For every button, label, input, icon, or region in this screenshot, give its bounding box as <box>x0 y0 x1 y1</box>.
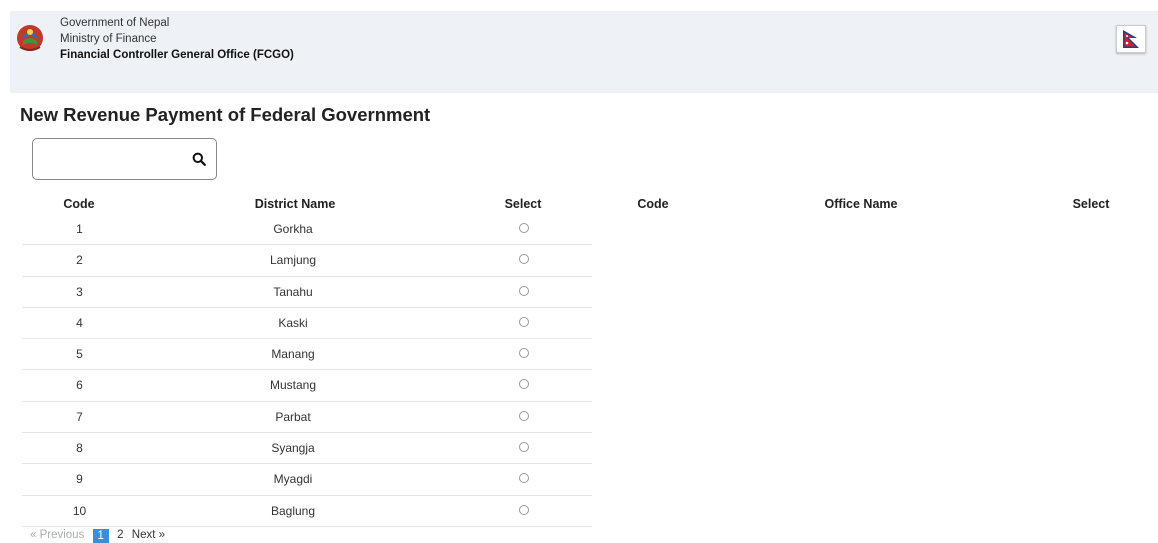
district-table-body: 1 Gorkha 2 Lamjung 3 Tanahu 4 Kaski 5 Ma… <box>22 214 592 527</box>
search-box[interactable] <box>32 138 217 180</box>
district-select-header: Select <box>504 197 542 211</box>
district-name: Mustang <box>269 378 317 393</box>
search-input[interactable] <box>39 147 183 173</box>
table-row[interactable]: 4 Kaski <box>22 308 592 340</box>
header-line-ministry: Ministry of Finance <box>60 33 157 45</box>
district-name: Manang <box>271 347 315 362</box>
district-select-radio[interactable] <box>519 316 529 327</box>
page-title: New Revenue Payment of Federal Governmen… <box>20 104 431 125</box>
district-code: 9 <box>76 472 83 487</box>
district-name: Myagdi <box>273 472 313 487</box>
header-text: Government of Nepal Ministry of Finance … <box>60 15 294 63</box>
district-select-radio[interactable] <box>519 442 529 453</box>
district-select-radio[interactable] <box>519 504 529 515</box>
district-code: 2 <box>76 253 83 268</box>
district-name: Baglung <box>270 503 316 518</box>
site-header: Government of Nepal Ministry of Finance … <box>10 11 1158 93</box>
table-row[interactable]: 7 Parbat <box>22 402 592 434</box>
nepal-flag-icon <box>1123 30 1139 48</box>
table-row[interactable]: 2 Lamjung <box>22 245 592 277</box>
table-row[interactable]: 3 Tanahu <box>22 277 592 308</box>
district-name-header: District Name <box>254 197 336 211</box>
government-emblem-icon <box>17 25 43 51</box>
district-code: 3 <box>76 284 83 299</box>
district-name: Kaski <box>278 315 308 330</box>
district-code: 1 <box>76 222 83 236</box>
search-icon[interactable] <box>192 152 206 166</box>
district-name: Syangja <box>271 441 315 456</box>
pagination-previous-button[interactable]: « Previous <box>30 529 84 541</box>
district-select-radio[interactable] <box>519 285 529 296</box>
district-name: Parbat <box>275 409 311 424</box>
table-row[interactable]: 8 Syangja <box>22 433 592 465</box>
district-select-radio[interactable] <box>519 254 529 265</box>
table-row[interactable]: 1 Gorkha <box>22 214 592 246</box>
pagination-next-button[interactable]: Next » <box>132 529 165 541</box>
district-code: 10 <box>72 503 87 518</box>
table-row[interactable]: 9 Myagdi <box>22 464 592 496</box>
office-code-header: Code <box>637 197 669 211</box>
office-name-header: Office Name <box>824 197 898 211</box>
office-select-header: Select <box>1072 197 1110 211</box>
header-line-government: Government of Nepal <box>60 17 170 29</box>
district-code: 5 <box>76 347 83 362</box>
language-toggle-button[interactable] <box>1116 25 1146 53</box>
district-select-radio[interactable] <box>519 223 529 233</box>
header-line-office: Financial Controller General Office (FCG… <box>60 49 294 61</box>
table-row[interactable]: 6 Mustang <box>22 370 592 402</box>
district-name: Lamjung <box>269 253 317 268</box>
district-select-radio[interactable] <box>519 348 529 359</box>
district-select-radio[interactable] <box>519 410 529 421</box>
district-select-radio[interactable] <box>519 379 529 390</box>
district-code: 6 <box>76 378 83 393</box>
district-code-header: Code <box>63 197 95 211</box>
district-code: 7 <box>76 409 83 424</box>
table-row[interactable]: 5 Manang <box>22 339 592 371</box>
district-code: 4 <box>76 315 83 330</box>
district-name: Gorkha <box>273 222 313 236</box>
table-row[interactable]: 10 Baglung <box>22 496 592 527</box>
district-name: Tanahu <box>273 284 313 299</box>
pagination-page-2[interactable]: 2 <box>117 529 123 541</box>
district-select-radio[interactable] <box>519 473 529 484</box>
district-code: 8 <box>76 441 83 456</box>
